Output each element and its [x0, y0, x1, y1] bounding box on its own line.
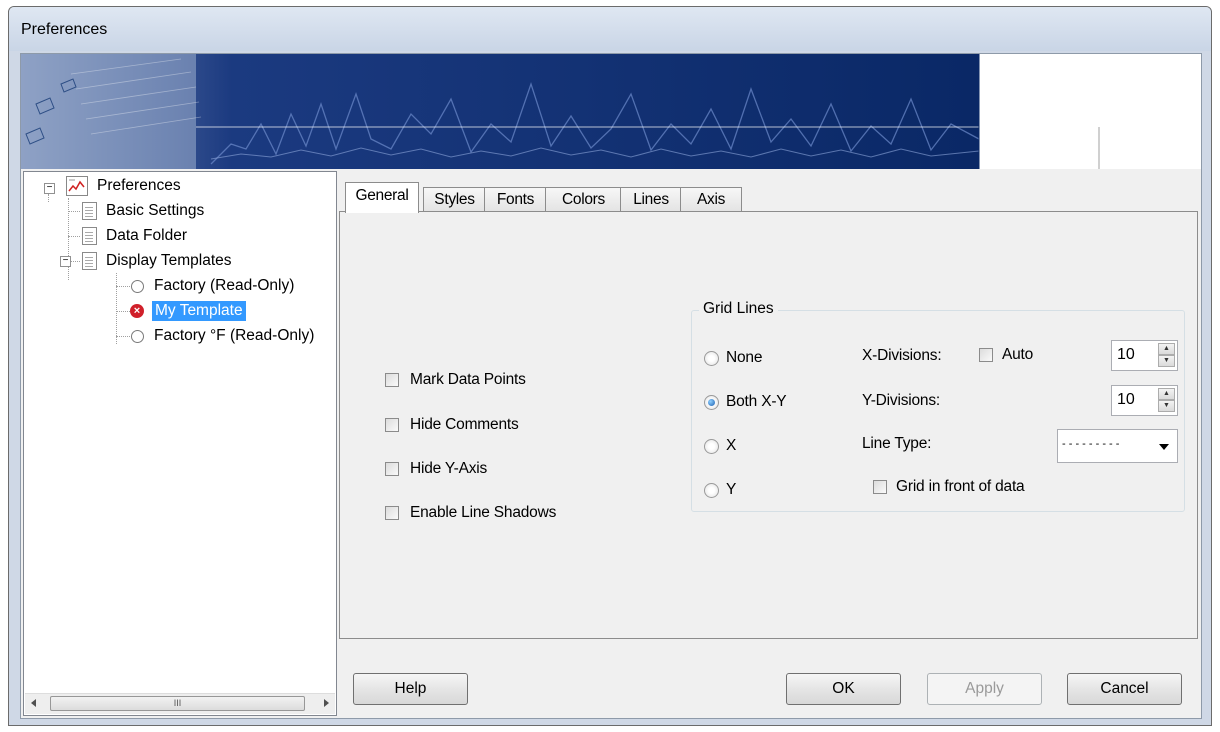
tab-lines[interactable]: Lines	[620, 187, 682, 212]
scroll-right-arrow-icon[interactable]	[324, 699, 329, 707]
y-divisions-label: Y-Divisions:	[862, 392, 940, 409]
navigation-tree[interactable]: − Preferences Basic Settings Data Folder…	[23, 171, 337, 716]
spin-down-icon[interactable]: ▼	[1158, 400, 1175, 412]
mark-data-points-label[interactable]: Mark Data Points	[410, 371, 526, 389]
tree-item-factory-f-read-only[interactable]: Factory °F (Read-Only)	[154, 326, 314, 346]
collapse-toggle-preferences[interactable]: −	[44, 183, 55, 194]
x-divisions-spinner[interactable]: 10 ▲ ▼	[1111, 340, 1178, 371]
tree-connector	[48, 194, 49, 202]
tree-item-preferences[interactable]: Preferences	[97, 176, 181, 196]
window-title: Preferences	[21, 21, 108, 38]
radio-empty-icon	[131, 330, 144, 343]
document-icon	[82, 202, 97, 220]
grid-none-radio[interactable]	[704, 351, 719, 366]
banner-graphic	[21, 54, 1100, 169]
hide-y-axis-label[interactable]: Hide Y-Axis	[410, 460, 487, 478]
tree-connector	[68, 236, 80, 237]
help-button[interactable]: Help	[353, 673, 468, 705]
tab-fonts[interactable]: Fonts	[484, 187, 547, 212]
grid-in-front-checkbox[interactable]	[873, 480, 887, 494]
tree-connector	[116, 311, 130, 312]
grid-lines-group: Grid Lines None Both X-Y X Y X-Divisions…	[691, 300, 1185, 512]
collapse-toggle-display-templates[interactable]: −	[60, 256, 71, 267]
auto-checkbox[interactable]	[979, 348, 993, 362]
apply-button[interactable]: Apply	[927, 673, 1042, 705]
tree-item-my-template[interactable]: My Template	[152, 301, 246, 321]
tree-connector	[116, 273, 117, 344]
grid-y-radio[interactable]	[704, 483, 719, 498]
x-divisions-value[interactable]: 10	[1117, 346, 1135, 364]
preferences-window: Preferences − Preferences Basic Settings…	[8, 6, 1212, 726]
spin-up-icon[interactable]: ▲	[1158, 343, 1175, 355]
tree-connector	[116, 286, 130, 287]
cancel-button[interactable]: Cancel	[1067, 673, 1182, 705]
y-divisions-spinner[interactable]: 10 ▲ ▼	[1111, 385, 1178, 416]
grid-lines-title: Grid Lines	[699, 300, 778, 318]
grid-x-radio[interactable]	[704, 439, 719, 454]
chevron-down-icon[interactable]	[1159, 444, 1169, 450]
ok-button[interactable]: OK	[786, 673, 901, 705]
tree-item-display-templates[interactable]: Display Templates	[106, 251, 232, 271]
tab-styles[interactable]: Styles	[423, 187, 486, 212]
grid-none-label[interactable]: None	[726, 349, 762, 367]
tree-item-basic-settings[interactable]: Basic Settings	[106, 201, 204, 221]
grid-both-xy-radio[interactable]	[704, 395, 719, 410]
line-type-value: - - - - - - - - -	[1062, 438, 1120, 450]
error-x-icon: ×	[130, 304, 144, 318]
tab-colors[interactable]: Colors	[545, 187, 622, 212]
hide-comments-checkbox[interactable]	[385, 418, 399, 432]
tab-axis[interactable]: Axis	[680, 187, 742, 212]
grid-in-front-label[interactable]: Grid in front of data	[896, 478, 1025, 496]
radio-empty-icon	[131, 280, 144, 293]
tree-connector	[116, 336, 130, 337]
dialog-client-area: − Preferences Basic Settings Data Folder…	[20, 53, 1202, 719]
x-divisions-label: X-Divisions:	[862, 347, 942, 364]
header-banner-image	[21, 54, 1201, 169]
grid-x-label[interactable]: X	[726, 437, 736, 455]
hide-y-axis-checkbox[interactable]	[385, 462, 399, 476]
tree-connector	[68, 211, 80, 212]
grid-both-xy-label[interactable]: Both X-Y	[726, 393, 787, 411]
tree-item-factory-read-only[interactable]: Factory (Read-Only)	[154, 276, 294, 296]
tree-item-data-folder[interactable]: Data Folder	[106, 226, 187, 246]
general-tab-panel: Mark Data Points Hide Comments Hide Y-Ax…	[339, 211, 1198, 639]
line-type-label: Line Type:	[862, 435, 932, 452]
enable-line-shadows-checkbox[interactable]	[385, 506, 399, 520]
auto-label[interactable]: Auto	[1002, 346, 1033, 364]
mark-data-points-checkbox[interactable]	[385, 373, 399, 387]
hide-comments-label[interactable]: Hide Comments	[410, 416, 519, 434]
y-divisions-value[interactable]: 10	[1117, 391, 1135, 409]
spin-up-icon[interactable]: ▲	[1158, 388, 1175, 400]
line-type-dropdown[interactable]: - - - - - - - - -	[1057, 429, 1178, 463]
chart-icon	[66, 176, 88, 196]
scroll-left-arrow-icon[interactable]	[31, 699, 36, 707]
tree-horizontal-scrollbar[interactable]: III	[25, 693, 335, 714]
tree-connector	[70, 261, 80, 262]
title-bar[interactable]: Preferences	[9, 7, 1211, 51]
grid-y-label[interactable]: Y	[726, 481, 736, 499]
document-icon	[82, 252, 97, 270]
spin-down-icon[interactable]: ▼	[1158, 355, 1175, 367]
tab-general[interactable]: General	[345, 182, 419, 213]
document-icon	[82, 227, 97, 245]
scrollbar-thumb[interactable]: III	[50, 696, 305, 711]
enable-line-shadows-label[interactable]: Enable Line Shadows	[410, 504, 556, 522]
